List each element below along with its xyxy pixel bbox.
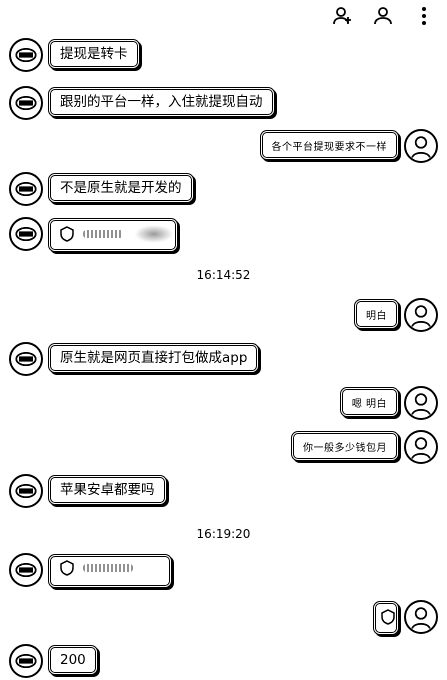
avatar[interactable] xyxy=(404,430,438,464)
avatar[interactable] xyxy=(9,644,43,678)
media-message-bubble[interactable] xyxy=(48,554,172,588)
chat-toolbar xyxy=(0,0,447,32)
avatar[interactable] xyxy=(404,298,438,332)
avatar[interactable] xyxy=(9,217,43,251)
avatar[interactable] xyxy=(9,38,43,72)
message-bubble[interactable]: 跟别的平台一样，入住就提现自动 xyxy=(48,87,275,117)
message-row: 各个平台提现要求不一样 xyxy=(0,127,447,167)
message-row xyxy=(0,598,447,638)
message-row: 跟别的平台一样，入住就提现自动 xyxy=(0,84,447,124)
avatar[interactable] xyxy=(404,386,438,420)
add-contact-icon[interactable] xyxy=(331,4,355,28)
message-bubble[interactable]: 明白 xyxy=(354,299,399,329)
avatar[interactable] xyxy=(404,129,438,163)
message-row: 嗯 明白 xyxy=(0,384,447,424)
media-message-bubble[interactable] xyxy=(48,218,178,252)
message-bubble[interactable]: 嗯 明白 xyxy=(339,387,399,417)
contact-icon[interactable] xyxy=(371,4,395,28)
message-row xyxy=(0,215,447,259)
message-row: 200 xyxy=(0,642,447,680)
message-row: 明白 xyxy=(0,296,447,336)
message-row: 不是原生就是开发的 xyxy=(0,170,447,210)
message-bubble[interactable]: 200 xyxy=(48,645,98,675)
blurred-image xyxy=(131,224,175,244)
blurred-content xyxy=(83,230,124,238)
message-row: 你一般多少钱包月 xyxy=(0,428,447,468)
message-bubble[interactable]: 你一般多少钱包月 xyxy=(291,431,399,461)
timestamp: 16:14:52 xyxy=(196,268,251,282)
shield-icon xyxy=(59,560,75,576)
message-row: 原生就是网页直接打包做成app xyxy=(0,340,447,380)
avatar[interactable] xyxy=(9,342,43,376)
message-bubble[interactable]: 不是原生就是开发的 xyxy=(48,173,194,203)
avatar[interactable] xyxy=(404,600,438,634)
media-message-bubble[interactable] xyxy=(373,601,399,635)
message-bubble[interactable]: 苹果安卓都要吗 xyxy=(48,475,167,505)
shield-icon xyxy=(380,609,396,625)
shield-icon xyxy=(59,226,75,242)
message-row: 提现是转卡 xyxy=(0,36,447,76)
message-bubble[interactable]: 原生就是网页直接打包做成app xyxy=(48,343,260,373)
more-vertical-icon[interactable] xyxy=(412,4,436,28)
avatar[interactable] xyxy=(9,86,43,120)
message-bubble[interactable]: 各个平台提现要求不一样 xyxy=(259,130,399,160)
message-bubble[interactable]: 提现是转卡 xyxy=(48,39,140,69)
blurred-content xyxy=(83,564,134,572)
avatar[interactable] xyxy=(9,553,43,587)
message-row: 苹果安卓都要吗 xyxy=(0,472,447,512)
avatar[interactable] xyxy=(9,172,43,206)
avatar[interactable] xyxy=(9,474,43,508)
message-row xyxy=(0,551,447,595)
timestamp: 16:19:20 xyxy=(196,527,251,541)
